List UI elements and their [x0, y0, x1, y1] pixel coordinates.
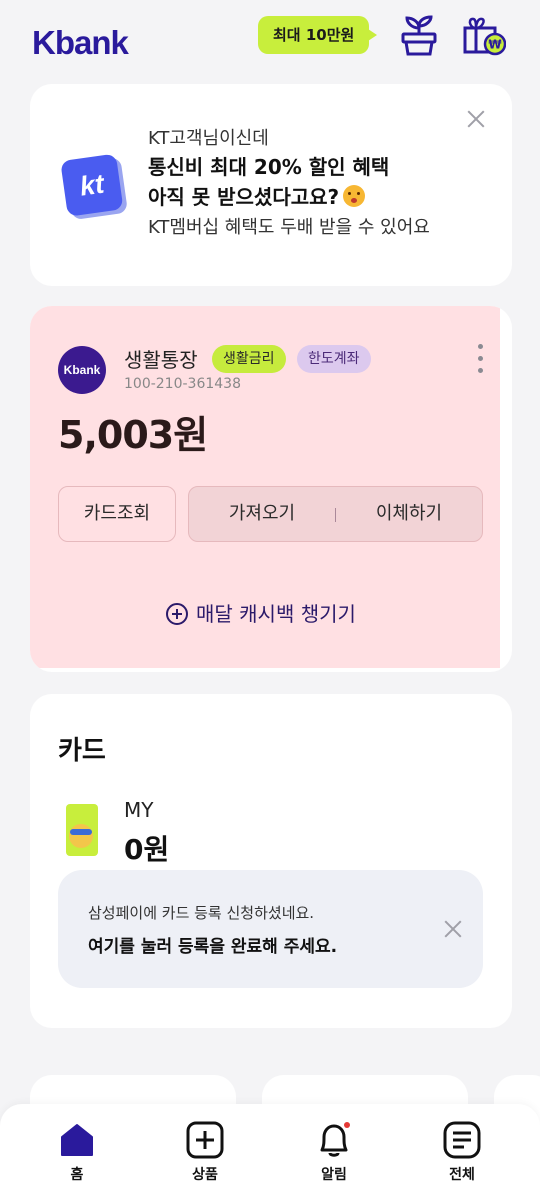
samsung-pay-notice[interactable]: 삼성페이에 카드 등록 신청하셨네요. 여기를 눌러 등록을 완료해 주세요.: [58, 870, 483, 988]
nav-alerts[interactable]: 알림: [294, 1120, 374, 1184]
cards-section: 카드 MY 0원 삼성페이에 카드 등록 신청하셨네요. 여기를 눌러 등록을 …: [30, 694, 512, 1028]
plus-square-icon: [186, 1121, 224, 1159]
kt-banner-line4: KT멤버십 혜택도 두배 받을 수 있어요: [148, 217, 430, 238]
bring-money-button[interactable]: 가져오기: [189, 487, 335, 541]
close-notice-icon[interactable]: [442, 918, 464, 940]
account-balance: 5,003원: [58, 413, 208, 457]
card-amount: 0원: [124, 833, 170, 866]
nav-all[interactable]: 전체: [422, 1120, 502, 1184]
avatar: Kbank: [58, 346, 106, 394]
notice-line1: 삼성페이에 카드 등록 신청하셨네요.: [88, 904, 315, 922]
kt-banner-line2: 통신비 최대 20% 할인 혜택: [148, 155, 390, 179]
notice-line2: 여기를 눌러 등록을 완료해 주세요.: [88, 937, 338, 957]
app-header: Kbank 최대 10만원 ₩: [0, 0, 540, 84]
account-card[interactable]: Kbank 생활통장 생활금리 한도계좌 100-210-361438 5,00…: [30, 306, 512, 672]
card-name[interactable]: MY: [124, 798, 153, 822]
action-button-group: 가져오기 이체하기: [188, 486, 483, 542]
kbank-logo[interactable]: Kbank: [32, 24, 129, 62]
gift-box-icon[interactable]: ₩: [462, 14, 507, 58]
plus-circle-icon: [166, 603, 188, 625]
kt-banner-text: KT고객님이신데 통신비 최대 20% 할인 혜택 아직 못 받으셨다고요? K…: [148, 126, 430, 242]
promo-bubble[interactable]: 최대 10만원: [258, 16, 378, 54]
kt-banner-line1: KT고객님이신데: [148, 128, 269, 149]
card-image[interactable]: [66, 804, 98, 856]
more-options-icon[interactable]: [474, 344, 486, 378]
nav-products[interactable]: 상품: [165, 1120, 245, 1184]
kt-logo: kt: [60, 153, 129, 221]
tag-limit-account[interactable]: 한도계좌: [297, 345, 371, 373]
account-name: 생활통장: [124, 348, 198, 372]
kt-promo-banner[interactable]: kt KT고객님이신데 통신비 최대 20% 할인 혜택 아직 못 받으셨다고요…: [30, 84, 512, 286]
home-icon: [61, 1124, 93, 1156]
tag-living-rate[interactable]: 생활금리: [212, 345, 286, 373]
disappointed-face-icon: [343, 185, 366, 207]
account-number: 100-210-361438: [124, 376, 241, 392]
menu-list-icon: [443, 1121, 481, 1159]
card-inquiry-button[interactable]: 카드조회: [58, 486, 176, 542]
new-alert-dot: [344, 1122, 350, 1128]
bottom-navigation: 홈 상품 알림 전체: [0, 1104, 540, 1197]
nav-home[interactable]: 홈: [37, 1120, 117, 1184]
close-banner-icon[interactable]: [465, 108, 487, 130]
monthly-cashback-button[interactable]: 매달 캐시백 챙기기: [166, 598, 356, 627]
plant-pot-icon[interactable]: [397, 14, 441, 58]
section-title: 카드: [58, 736, 106, 766]
transfer-button[interactable]: 이체하기: [336, 487, 482, 541]
kt-banner-line3: 아직 못 받으셨다고요?: [148, 182, 430, 212]
svg-text:₩: ₩: [488, 38, 502, 52]
